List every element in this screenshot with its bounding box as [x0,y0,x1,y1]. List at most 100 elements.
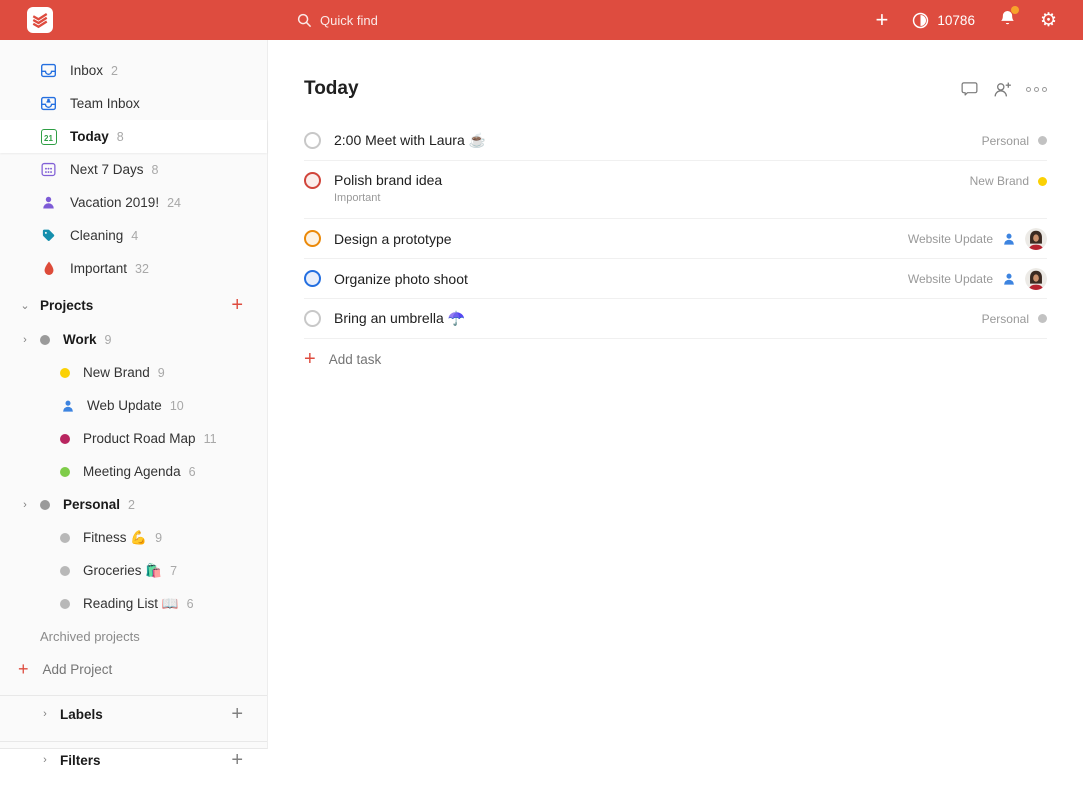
tag-icon [40,227,57,244]
today-calendar-icon: 21 [40,128,57,145]
task-row: Design a prototype Website Update [304,219,1047,259]
task-title[interactable]: Design a prototype [334,231,452,247]
sidebar-item-team-inbox[interactable]: Team Inbox [0,87,267,120]
task-checkbox-priority3[interactable] [304,270,321,287]
task-checkbox[interactable] [304,310,321,327]
item-count: 24 [167,195,181,210]
plus-icon: + [304,347,316,370]
sidebar-item-today[interactable]: 21 Today 8 [0,120,267,153]
project-label: Fitness 💪 [83,529,148,545]
assignee-avatar[interactable] [1025,267,1047,290]
labels-header[interactable]: › Labels + [0,696,267,732]
task-text-block: Polish brand idea Important [334,172,442,204]
chevron-right-icon: › [43,754,47,766]
chevron-right-icon: › [43,708,47,720]
chevron-right-icon: › [23,498,27,511]
add-task-topbar-button[interactable]: + [876,9,889,31]
sidebar-project-work[interactable]: › Work 9 [0,323,267,356]
karma-score[interactable]: 10786 [912,12,975,29]
item-count: 6 [186,596,194,611]
todoist-logo[interactable] [27,7,53,33]
sidebar-project-new-brand[interactable]: New Brand 9 [0,356,267,389]
task-checkbox-priority1[interactable] [304,172,321,189]
project-color-dot [60,598,70,609]
shared-person-icon [1004,233,1014,245]
task-checkbox[interactable] [304,132,321,149]
project-label: Personal [63,497,121,512]
karma-icon [913,12,929,28]
project-color-dot [60,367,70,378]
karma-count: 10786 [937,12,975,28]
add-project-button[interactable]: + Add Project [0,653,267,686]
sidebar-item-inbox[interactable]: Inbox 2 [0,54,267,87]
task-row: Bring an umbrella ☂️ Personal [304,299,1047,339]
add-project-label: Add Project [42,662,113,677]
task-title[interactable]: Polish brand idea [334,172,442,188]
comments-button[interactable] [960,80,979,98]
project-color-dot [40,499,50,510]
chevron-down-icon: ⌄ [20,299,30,312]
task-title[interactable]: Bring an umbrella ☂️ [334,310,465,327]
dot [1034,86,1039,92]
sidebar-item-important[interactable]: Important 32 [0,252,267,285]
flame-icon [40,260,57,277]
sidebar-project-reading-list[interactable]: Reading List 📖 6 [0,587,267,620]
project-color-dot [60,466,70,477]
sidebar-project-fitness[interactable]: Fitness 💪 9 [0,521,267,554]
gear-icon[interactable]: ⚙ [1040,11,1057,30]
task-project-label[interactable]: New Brand [970,174,1029,188]
project-color-dot [1038,314,1047,323]
notifications-button[interactable] [999,5,1019,32]
sidebar-item-label: Cleaning [70,228,124,243]
task-label-tag[interactable]: Important [334,192,442,204]
add-label-plus-icon[interactable]: + [231,703,243,726]
filters-header[interactable]: › Filters + [0,742,267,778]
sidebar-project-web-update[interactable]: Web Update 10 [0,389,267,422]
labels-section: › Labels + [0,695,267,732]
task-project-label[interactable]: Website Update [908,272,993,286]
sidebar-project-groceries[interactable]: Groceries 🛍️ 7 [0,554,267,587]
more-options-button[interactable] [1026,86,1047,92]
task-project-label[interactable]: Personal [982,312,1029,326]
share-button[interactable] [992,80,1013,99]
comment-icon [961,82,978,96]
archived-projects-link[interactable]: Archived projects [0,620,267,653]
task-title[interactable]: Organize photo shoot [334,271,468,287]
view-header: Today [304,75,1047,103]
sidebar-project-product-road-map[interactable]: Product Road Map 11 [0,422,267,455]
project-color-dot [60,532,70,543]
dot [1026,86,1031,92]
sidebar-item-vacation-2019[interactable]: Vacation 2019! 24 [0,186,267,219]
task-project-label[interactable]: Website Update [908,232,993,246]
project-color-dot [40,334,50,345]
today-calendar-day: 21 [40,128,57,145]
page-title: Today [304,78,359,99]
add-project-plus-icon[interactable]: + [231,294,243,317]
notification-badge [1010,5,1019,14]
sidebar-item-cleaning[interactable]: Cleaning 4 [0,219,267,252]
app-window: Quick find + 10786 ⚙ Inbox 2 Team Inbox … [0,0,1083,803]
sidebar-project-meeting-agenda[interactable]: Meeting Agenda 6 [0,455,267,488]
item-count: 9 [155,530,163,545]
task-meta: Website Update [908,267,1047,290]
project-color-dot [1038,176,1047,186]
add-task-button[interactable]: + Add task [304,339,1047,379]
task-checkbox-priority2[interactable] [304,230,321,247]
sidebar-item-next-7-days[interactable]: Next 7 Days 8 [0,153,267,186]
task-project-label[interactable]: Personal [982,134,1029,148]
add-task-label: Add task [328,351,382,367]
sidebar-project-personal[interactable]: › Personal 2 [0,488,267,521]
quick-find-search[interactable]: Quick find [297,13,378,28]
add-filter-plus-icon[interactable]: + [231,749,243,772]
chevron-right-icon: › [23,333,27,346]
projects-section-header[interactable]: ⌄ Projects + [0,287,267,323]
sidebar-item-label: Inbox [70,63,104,78]
search-icon [297,13,312,27]
person-icon [40,194,57,211]
task-meta: Website Update [908,227,1047,250]
sidebar-item-label: Important [70,261,128,276]
assignee-avatar[interactable] [1025,227,1047,250]
task-row: Organize photo shoot Website Update [304,259,1047,299]
quick-find-label: Quick find [320,12,378,28]
task-title[interactable]: 2:00 Meet with Laura ☕ [334,132,486,149]
